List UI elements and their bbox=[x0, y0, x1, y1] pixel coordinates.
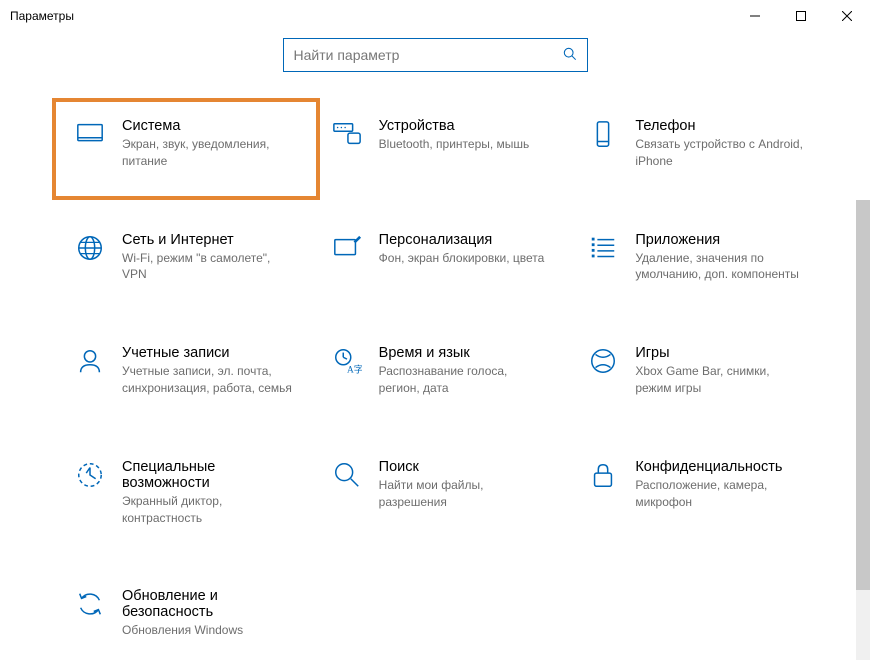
tile-title: Игры bbox=[635, 345, 806, 361]
tile-phone[interactable]: Телефон Связать устройство с Android, iP… bbox=[583, 112, 810, 176]
search-container bbox=[0, 38, 870, 72]
tile-desc: Распознавание голоса, регион, дата bbox=[379, 363, 550, 397]
tile-system[interactable]: Система Экран, звук, уведомления, питани… bbox=[70, 112, 297, 176]
system-icon bbox=[74, 118, 106, 150]
apps-icon bbox=[587, 232, 619, 264]
window-controls bbox=[732, 0, 870, 32]
svg-text:A字: A字 bbox=[347, 363, 362, 375]
tile-desc: Расположение, камера, микрофон bbox=[635, 477, 806, 511]
tile-apps[interactable]: Приложения Удаление, значения по умолчан… bbox=[583, 226, 810, 290]
tile-search[interactable]: Поиск Найти мои файлы, разрешения bbox=[327, 453, 554, 533]
title-bar: Параметры bbox=[0, 0, 870, 32]
maximize-icon bbox=[796, 11, 806, 21]
maximize-button[interactable] bbox=[778, 0, 824, 32]
tile-devices[interactable]: Устройства Bluetooth, принтеры, мышь bbox=[327, 112, 554, 176]
tile-desc: Найти мои файлы, разрешения bbox=[379, 477, 550, 511]
tile-title: Учетные записи bbox=[122, 345, 293, 361]
tile-personalization[interactable]: Персонализация Фон, экран блокировки, цв… bbox=[327, 226, 554, 290]
personalization-icon bbox=[331, 232, 363, 264]
vertical-scrollbar[interactable] bbox=[856, 200, 870, 660]
tile-time[interactable]: A字 Время и язык Распознавание голоса, ре… bbox=[327, 339, 554, 403]
tile-gaming[interactable]: Игры Xbox Game Bar, снимки, режим игры bbox=[583, 339, 810, 403]
settings-grid: Система Экран, звук, уведомления, питани… bbox=[0, 112, 870, 645]
tile-title: Поиск bbox=[379, 459, 550, 475]
tile-desc: Xbox Game Bar, снимки, режим игры bbox=[635, 363, 806, 397]
tile-title: Обновление и безопасность bbox=[122, 588, 293, 620]
tile-desc: Экранный диктор, контрастность bbox=[122, 493, 293, 527]
tile-accessibility[interactable]: Специальные возможности Экранный диктор,… bbox=[70, 453, 297, 533]
close-button[interactable] bbox=[824, 0, 870, 32]
tile-desc: Экран, звук, уведомления, питание bbox=[122, 136, 293, 170]
tile-desc: Связать устройство с Android, iPhone bbox=[635, 136, 806, 170]
tile-desc: Bluetooth, принтеры, мышь bbox=[379, 136, 550, 153]
tile-title: Система bbox=[122, 118, 293, 134]
tile-desc: Обновления Windows bbox=[122, 622, 293, 639]
tile-desc: Wi-Fi, режим "в самолете", VPN bbox=[122, 250, 293, 284]
time-language-icon: A字 bbox=[331, 345, 363, 377]
search-icon bbox=[563, 47, 577, 64]
search-category-icon bbox=[331, 459, 363, 491]
minimize-icon bbox=[750, 11, 760, 21]
accounts-icon bbox=[74, 345, 106, 377]
tile-title: Конфиденциальность bbox=[635, 459, 806, 475]
phone-icon bbox=[587, 118, 619, 150]
minimize-button[interactable] bbox=[732, 0, 778, 32]
update-icon bbox=[74, 588, 106, 620]
gaming-icon bbox=[587, 345, 619, 377]
privacy-icon bbox=[587, 459, 619, 491]
window-title: Параметры bbox=[10, 9, 74, 23]
tile-title: Приложения bbox=[635, 232, 806, 248]
devices-icon bbox=[331, 118, 363, 150]
tile-title: Время и язык bbox=[379, 345, 550, 361]
tile-update[interactable]: Обновление и безопасность Обновления Win… bbox=[70, 582, 297, 645]
tile-accounts[interactable]: Учетные записи Учетные записи, эл. почта… bbox=[70, 339, 297, 403]
tile-title: Телефон bbox=[635, 118, 806, 134]
network-icon bbox=[74, 232, 106, 264]
tile-privacy[interactable]: Конфиденциальность Расположение, камера,… bbox=[583, 453, 810, 533]
tile-desc: Учетные записи, эл. почта, синхронизация… bbox=[122, 363, 293, 397]
tile-title: Сеть и Интернет bbox=[122, 232, 293, 248]
tile-desc: Удаление, значения по умолчанию, доп. ко… bbox=[635, 250, 806, 284]
tile-title: Устройства bbox=[379, 118, 550, 134]
tile-title: Персонализация bbox=[379, 232, 550, 248]
tile-title: Специальные возможности bbox=[122, 459, 293, 491]
search-input[interactable] bbox=[294, 47, 563, 63]
tile-desc: Фон, экран блокировки, цвета bbox=[379, 250, 550, 267]
scrollbar-thumb[interactable] bbox=[856, 200, 870, 590]
tile-network[interactable]: Сеть и Интернет Wi-Fi, режим "в самолете… bbox=[70, 226, 297, 290]
close-icon bbox=[842, 11, 852, 21]
search-box[interactable] bbox=[283, 38, 588, 72]
accessibility-icon bbox=[74, 459, 106, 491]
